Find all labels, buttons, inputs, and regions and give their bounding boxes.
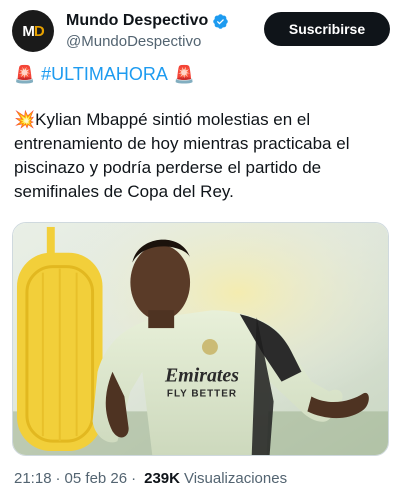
tweet-body: Kylian Mbappé sintió molestias en el ent… [14,110,350,201]
tweet-photo[interactable]: Emirates FLY BETTER [12,222,389,456]
shirt-sponsor-subtext: FLY BETTER [167,389,237,400]
post-date[interactable]: 05 feb 26 [65,470,128,487]
collision-icon: 💥 [14,110,36,129]
siren-icon: 🚨 [173,64,196,84]
author-block: Mundo Despectivo @MundoDespectivo [66,10,229,50]
tweet-text: 💥Kylian Mbappé sintió molestias en el en… [14,108,386,204]
siren-icon: 🚨 [14,64,36,84]
photo-player-training: Emirates FLY BETTER [13,223,388,455]
hashtag-line: 🚨 #ULTIMAHORA 🚨 [14,60,195,88]
shirt-sponsor-text: Emirates [164,365,239,387]
meta-separator: · [131,470,137,487]
verified-badge-icon [213,13,228,29]
views-label: Visualizaciones [183,470,288,487]
subscribe-button[interactable]: Suscribirse [264,12,390,46]
handle[interactable]: @MundoDespectivo [66,33,229,50]
views-count: 239K [144,470,180,487]
hashtag-link[interactable]: #ULTIMAHORA [41,64,168,85]
avatar-logo: MD [22,22,44,40]
training-dummy [16,226,103,452]
tweet-header: MD Mundo Despectivo @MundoDespectivo Sus… [12,10,390,54]
display-name[interactable]: Mundo Despectivo [66,12,208,30]
tweet-meta: 21:18 · 05 feb 26 · 239K Visualizaciones [14,470,287,487]
meta-separator: · [55,470,61,487]
post-time[interactable]: 21:18 [14,470,52,487]
avatar[interactable]: MD [12,10,54,52]
